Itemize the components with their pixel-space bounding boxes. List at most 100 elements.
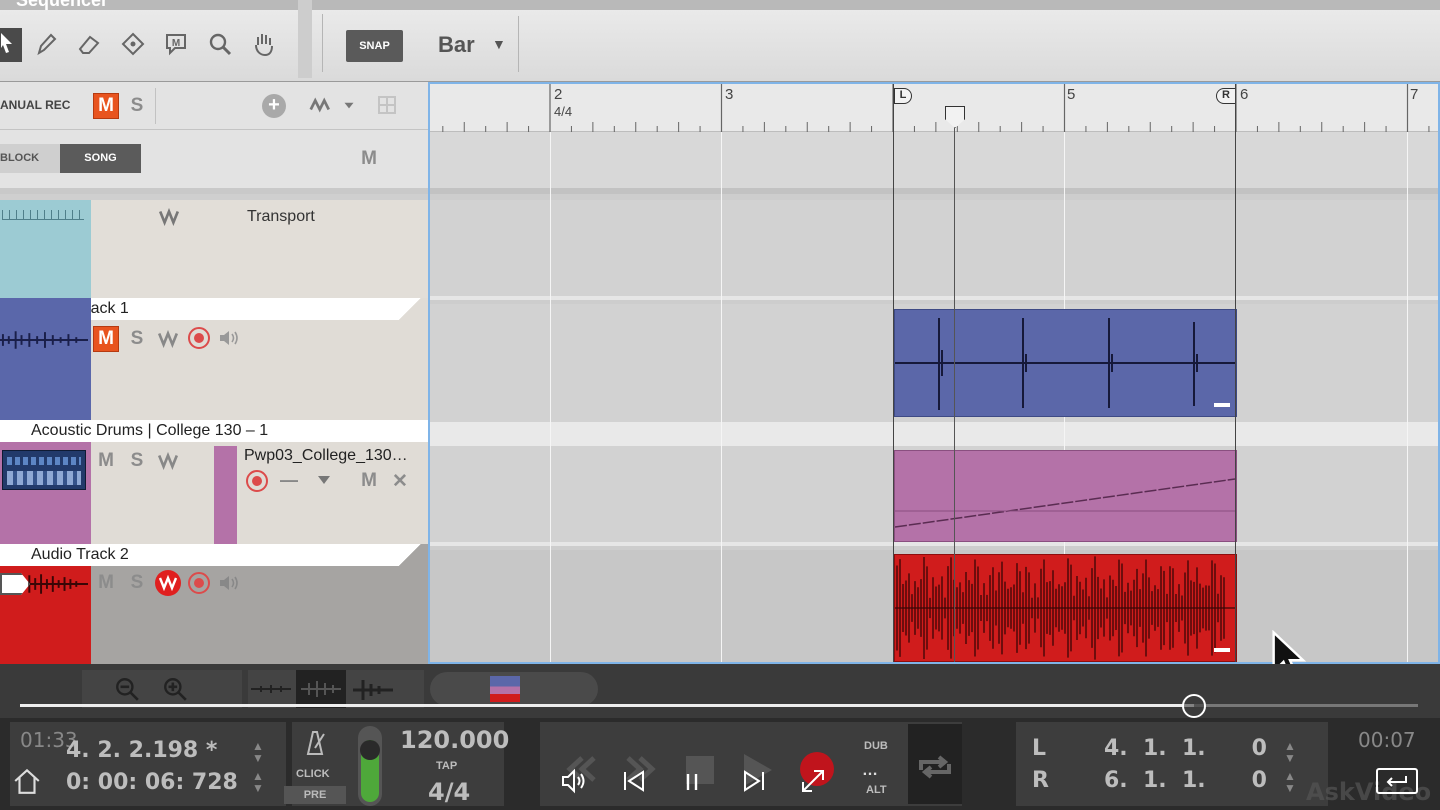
audio-clip-track-1[interactable]: [894, 309, 1237, 417]
skip-forward-icon[interactable]: [742, 770, 766, 797]
lane-color-strip: [214, 446, 237, 544]
note-clip-drums[interactable]: [894, 450, 1237, 542]
tempo-value[interactable]: 120.000: [400, 726, 509, 754]
mute-tool-icon: M: [166, 34, 186, 56]
sequencer-toolbar: Sequencer M SNAP Bar ▼: [0, 0, 1440, 82]
master-mute-button[interactable]: M: [93, 93, 119, 119]
video-progress-track[interactable]: [20, 694, 1418, 718]
record-arm-icon[interactable]: [188, 572, 210, 594]
snap-value-select[interactable]: Bar: [438, 32, 475, 58]
track-name[interactable]: Acoustic Drums | College 130 – 1: [0, 420, 428, 442]
lane-dash: —: [280, 470, 298, 490]
song-position-time[interactable]: 0: 00: 06: 728: [66, 770, 238, 795]
right-locator-spinner-icon[interactable]: ▲ ▼: [1284, 770, 1296, 794]
pre-count-button[interactable]: PRE: [284, 786, 346, 804]
track-mute-button[interactable]: M: [93, 570, 119, 596]
pause-icon[interactable]: [684, 772, 700, 797]
zoom-in-icon[interactable]: [162, 676, 188, 707]
audio-clip-track-2[interactable]: [894, 554, 1237, 662]
audio-track-1[interactable]: Audio Track 1 M S: [0, 298, 428, 420]
note-lane-name[interactable]: Pwp03_College_130…: [244, 447, 408, 465]
track-solo-button[interactable]: S: [124, 448, 150, 474]
zoom-out-icon[interactable]: [114, 676, 140, 707]
chevron-down-icon[interactable]: ▼: [492, 36, 506, 52]
delete-lane-icon[interactable]: ✕: [387, 468, 413, 494]
track-name[interactable]: Audio Track 2: [0, 544, 404, 566]
lane-mute-button[interactable]: M: [356, 468, 382, 494]
playhead-line: [954, 128, 955, 662]
hand-tool-button[interactable]: [248, 28, 280, 60]
exit-player-icon[interactable]: [1376, 768, 1418, 794]
skip-back-icon[interactable]: [622, 770, 646, 797]
more-options-icon[interactable]: …: [862, 762, 878, 780]
position-spinner-icon[interactable]: ▲ ▼: [252, 740, 264, 764]
left-locator-spinner-icon[interactable]: ▲ ▼: [1284, 740, 1296, 764]
pencil-tool-button[interactable]: [30, 28, 62, 60]
master-solo-button[interactable]: S: [124, 93, 150, 119]
eraser-tool-button[interactable]: [73, 28, 105, 60]
automation-icon[interactable]: [157, 329, 179, 353]
song-position-bars[interactable]: 4. 2. 2.198 *: [66, 738, 217, 763]
lane-record-icon[interactable]: [246, 470, 268, 492]
home-icon[interactable]: [12, 766, 42, 801]
acoustic-drums-track[interactable]: Acoustic Drums | College 130 – 1 M S Pwp…: [0, 420, 428, 544]
select-tool-button[interactable]: [0, 28, 22, 62]
time-spinner-icon[interactable]: ▲ ▼: [252, 770, 264, 794]
track-height-small-icon[interactable]: [250, 682, 292, 701]
track-mute-button[interactable]: M: [93, 448, 119, 474]
click-level-slider[interactable]: [358, 726, 382, 806]
monitor-speaker-icon[interactable]: [218, 573, 240, 598]
track-height-large-icon[interactable]: [352, 678, 394, 707]
time-signature-value[interactable]: 4/4: [428, 778, 470, 806]
metronome-icon[interactable]: [302, 728, 328, 761]
track-solo-button[interactable]: S: [124, 326, 150, 352]
right-locator-position[interactable]: 6. 1. 1. 0: [1104, 768, 1267, 793]
automation-icon[interactable]: [157, 451, 179, 475]
track-solo-button[interactable]: S: [124, 570, 150, 596]
timeline-ruler[interactable]: 2 4/4 3 5 6 7 L R: [430, 84, 1438, 132]
track-mute-button[interactable]: M: [93, 326, 119, 352]
sequencer-window: Sequencer M SNAP Bar ▼ ANUAL REC M S + B…: [0, 0, 1440, 810]
bar-number: 7: [1410, 86, 1419, 103]
header-divider: [155, 88, 156, 124]
magnify-tool-button[interactable]: [204, 28, 236, 60]
block-mode-button[interactable]: BLOCK: [0, 144, 60, 173]
dub-button[interactable]: DUB: [864, 740, 888, 752]
fullscreen-icon[interactable]: [800, 768, 826, 799]
arrangement-mode-row: BLOCK SONG M: [0, 130, 428, 194]
block-lane: [430, 132, 1438, 194]
track-height-medium-button[interactable]: [296, 670, 346, 708]
monitor-speaker-icon[interactable]: [218, 328, 240, 353]
snap-button[interactable]: SNAP: [346, 30, 403, 62]
track-name[interactable]: Transport: [247, 208, 315, 226]
automation-icon[interactable]: [158, 207, 180, 231]
video-progress-knob[interactable]: [1182, 694, 1207, 718]
mute-tool-button[interactable]: M: [160, 28, 192, 60]
overview-viewport[interactable]: [490, 676, 520, 702]
block-mute-button[interactable]: M: [356, 146, 382, 172]
alt-button[interactable]: ALT: [866, 784, 887, 796]
right-locator-marker[interactable]: R: [1216, 88, 1236, 104]
clip-waveform: [895, 318, 1236, 410]
manual-rec-label[interactable]: ANUAL REC: [0, 98, 70, 112]
overview-scroll-track[interactable]: [430, 672, 598, 706]
loop-toggle-button[interactable]: [908, 724, 962, 804]
click-label[interactable]: CLICK: [296, 768, 330, 780]
arrangement-area[interactable]: 2 4/4 3 5 6 7 L R: [428, 82, 1440, 664]
record-arm-icon[interactable]: [188, 327, 210, 349]
automation-record-icon[interactable]: [155, 570, 181, 596]
left-locator-marker[interactable]: L: [894, 88, 912, 104]
chevron-down-icon[interactable]: [318, 476, 330, 484]
track-grid-icon[interactable]: [378, 96, 396, 114]
razor-tool-button[interactable]: [117, 28, 149, 60]
automation-menu-button[interactable]: [308, 96, 354, 119]
tap-button[interactable]: TAP: [436, 760, 457, 772]
drum-device-thumbnail[interactable]: [2, 450, 86, 490]
volume-icon[interactable]: [560, 768, 590, 799]
left-locator-position[interactable]: 4. 1. 1. 0: [1104, 736, 1267, 761]
transport-track[interactable]: Transport: [0, 200, 428, 298]
pencil-icon: [37, 33, 57, 56]
add-track-icon[interactable]: +: [262, 94, 286, 118]
song-mode-button[interactable]: SONG: [60, 144, 141, 173]
audio-track-2[interactable]: Audio Track 2 M S: [0, 544, 428, 664]
